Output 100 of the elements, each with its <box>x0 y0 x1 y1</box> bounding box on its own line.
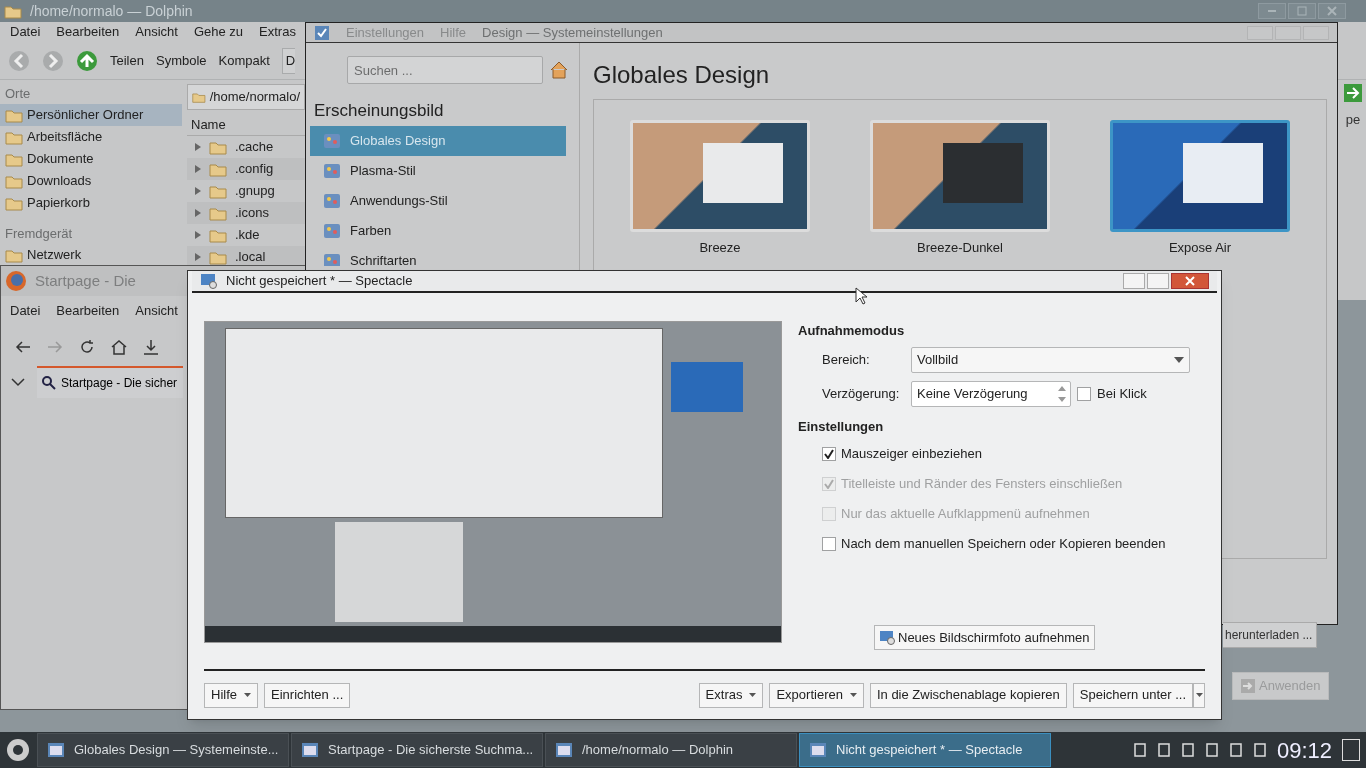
dropdown-arrow-icon <box>849 693 857 697</box>
folder-row[interactable]: .icons <box>187 202 305 224</box>
theme-preview[interactable] <box>630 120 810 232</box>
category-item[interactable]: Anwendungs-Stil <box>310 186 566 216</box>
reload-icon <box>78 338 96 356</box>
checkbox-box[interactable] <box>822 447 836 461</box>
search-field[interactable]: Suchen ... <box>347 56 543 84</box>
area-dropdown[interactable]: Vollbild <box>911 347 1190 373</box>
window-icon <box>46 740 66 760</box>
checkbox-label: Bei Klick <box>1097 385 1147 404</box>
delay-spinbox[interactable]: Keine Verzögerung <box>911 381 1071 407</box>
close-icon <box>1327 6 1337 16</box>
new-screenshot-button[interactable]: Neues Bildschirmfoto aufnehmen <box>874 625 1095 650</box>
folder-row[interactable]: .gnupg <box>187 180 305 202</box>
column-header: pe <box>1345 111 1361 129</box>
dropdown-arrow-icon <box>749 693 757 697</box>
checkbox-box[interactable] <box>822 537 836 551</box>
checkbox[interactable]: Mauszeiger einbeziehen <box>798 439 1205 469</box>
folder-row[interactable]: .local <box>187 246 305 268</box>
checkbox-label: Mauszeiger einbeziehen <box>841 445 982 464</box>
field-label: Verzögerung: <box>821 385 901 404</box>
show-desktop-button[interactable] <box>1342 739 1360 761</box>
palette-icon <box>322 251 342 266</box>
footer-button[interactable]: Einrichten ... <box>264 682 351 708</box>
close-icon <box>1185 276 1195 286</box>
category-heading: Erscheinungsbild <box>313 100 445 122</box>
menu-item[interactable]: Ansicht <box>135 301 178 321</box>
toolbar-button[interactable]: D <box>281 47 296 74</box>
footer-button[interactable]: Exportieren <box>769 682 864 708</box>
toolbar-button[interactable] <box>110 338 128 356</box>
folder-row[interactable]: .kde <box>187 224 305 246</box>
folder-icon <box>5 173 23 189</box>
menu-item[interactable]: Gehe zu <box>193 22 244 42</box>
folder-icon <box>5 151 23 167</box>
category-item[interactable]: Farben <box>310 216 566 246</box>
places-item[interactable]: Dokumente <box>0 148 182 170</box>
toolbar-button[interactable]: Kompakt <box>218 50 270 71</box>
toolbar-button[interactable]: Teilen <box>110 50 144 71</box>
folder-icon <box>5 247 23 263</box>
menu-item[interactable]: Ansicht <box>135 22 178 42</box>
folder-icon <box>209 139 227 155</box>
places-item[interactable]: Netzwerk <box>0 244 182 266</box>
dropdown-arrow-icon <box>1195 693 1203 697</box>
folder-row[interactable]: .config <box>187 158 305 180</box>
checkbox-label: Titelleiste und Ränder des Fensters einschließen <box>841 475 1123 494</box>
expand-arrow-icon <box>195 209 201 217</box>
category-item[interactable]: Schriftarten <box>310 246 566 266</box>
checkbox[interactable]: Bei Klick <box>1077 384 1147 404</box>
browser-tab[interactable]: Startpage - Die sicher <box>37 366 183 398</box>
folder-icon <box>209 161 227 177</box>
window-icon <box>300 740 320 760</box>
taskbar-task[interactable]: Globales Design — Systemeinste... <box>37 733 289 767</box>
folder-row[interactable]: .cache <box>187 136 305 158</box>
toolbar-button[interactable] <box>142 338 160 356</box>
expand-arrow-icon <box>195 231 201 239</box>
menu-item[interactable]: Datei <box>10 22 41 42</box>
palette-icon <box>322 191 342 211</box>
theme-name: Expose Air <box>1168 239 1232 257</box>
toolbar-button[interactable] <box>78 338 96 356</box>
folder-icon <box>4 3 22 19</box>
theme-preview[interactable] <box>1110 120 1290 232</box>
window-title: Nicht gespeichert * — Spectacle <box>226 272 413 291</box>
menu-item[interactable]: Bearbeiten <box>56 301 120 321</box>
download-button[interactable]: herunterladen ... <box>1223 622 1318 648</box>
taskbar-task[interactable]: /home/normalo — Dolphin <box>545 733 797 767</box>
mouse-pointer-icon <box>855 287 867 305</box>
places-item[interactable]: Downloads <box>0 170 182 192</box>
places-item[interactable]: Arbeitsfläche <box>0 126 182 148</box>
checkbox[interactable]: Nach dem manuellen Speichern oder Kopieren beenden <box>798 529 1205 559</box>
footer-button[interactable]: In die Zwischenablage kopieren <box>869 682 1067 708</box>
category-item[interactable]: Plasma-Stil <box>310 156 566 186</box>
menu-item[interactable]: Datei <box>10 301 41 321</box>
places-item[interactable]: Papierkorb <box>0 192 182 214</box>
menu-item[interactable]: Extras <box>259 22 296 42</box>
field-label: Bereich: <box>821 351 871 370</box>
palette-icon <box>322 131 342 151</box>
close-button[interactable] <box>1171 273 1209 289</box>
footer-button[interactable]: Extras <box>698 682 764 708</box>
window-title: Design — Systemeinstellungen <box>482 23 663 42</box>
checkbox-box[interactable] <box>1077 387 1091 401</box>
places-item[interactable]: Persönlicher Ordner <box>0 104 182 126</box>
toolbar-button[interactable]: Symbole <box>155 50 207 71</box>
menu-item[interactable]: Bearbeiten <box>56 22 120 42</box>
taskbar-task[interactable]: Nicht gespeichert * — Spectacle <box>799 733 1051 767</box>
check-icon <box>824 449 834 459</box>
window-icon <box>808 740 828 760</box>
taskbar-task[interactable]: Startpage - Die sicherste Suchma... <box>291 733 543 767</box>
theme-preview[interactable] <box>870 120 1050 232</box>
section-heading: Orte <box>4 85 32 103</box>
footer-button[interactable]: Speichern unter ... <box>1072 682 1193 708</box>
section-heading: Fremdgerät <box>4 225 74 243</box>
dropdown-button[interactable] <box>1193 682 1205 708</box>
footer-button[interactable]: Hilfe <box>204 682 258 708</box>
path-field[interactable]: /home/normalo/ <box>187 84 305 110</box>
theme-name: Breeze <box>699 239 741 257</box>
check-icon <box>824 479 834 489</box>
dropdown-arrow-icon <box>1174 357 1184 363</box>
folder-icon <box>5 129 23 145</box>
checkbox-label: Nur das aktuelle Aufklappmenü aufnehmen <box>841 505 1090 524</box>
window-title: /home/normalo — Dolphin <box>30 1 193 21</box>
